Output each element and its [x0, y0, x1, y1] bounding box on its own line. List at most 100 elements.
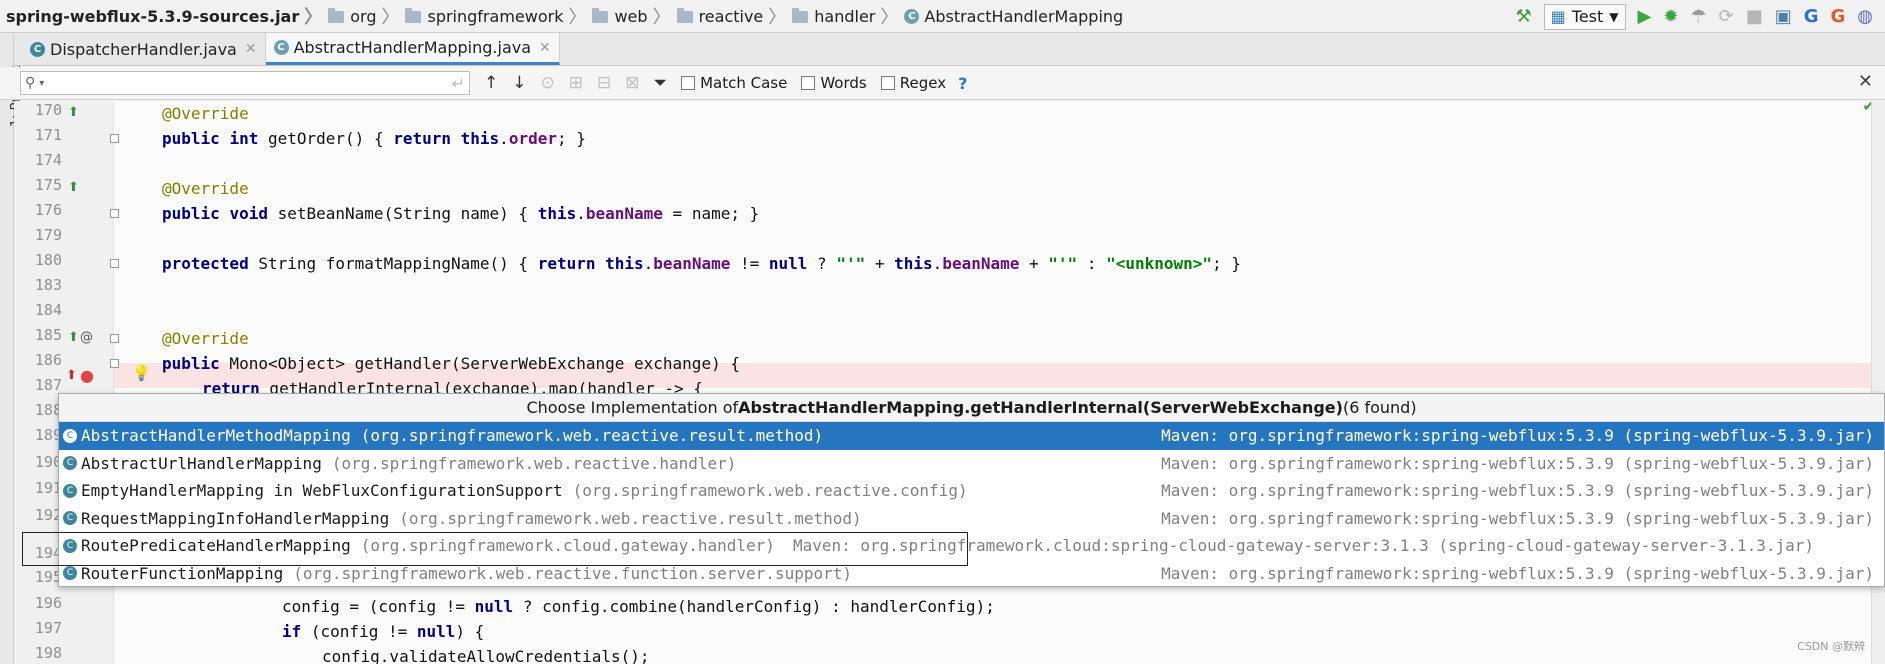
translate-plugin-icon[interactable]: G: [1831, 7, 1846, 26]
breadcrumb-reactive[interactable]: reactive 〉: [676, 3, 793, 29]
class-name: AbstractUrlHandlerMapping: [81, 453, 322, 473]
search-icon: ⚲: [25, 75, 36, 91]
breadcrumb-label: org: [350, 6, 377, 26]
project-structure-icon[interactable]: ▣: [1775, 7, 1792, 26]
abstract-class-icon: C: [273, 40, 289, 55]
code-text: public int getOrder() { return this.orde…: [162, 129, 586, 148]
add-selection-icon[interactable]: ⊞: [569, 73, 583, 93]
close-icon[interactable]: ✕: [539, 40, 551, 56]
chevron-down-icon: ▼: [1609, 9, 1619, 24]
class-name: EmptyHandlerMapping in WebFluxConfigurat…: [81, 481, 563, 501]
code-line: @Override: [162, 176, 249, 201]
line-number: 198: [34, 644, 62, 662]
breadcrumb-label: spring-webflux-5.3.9-sources.jar: [6, 6, 300, 26]
debug-bug-icon[interactable]: ✹: [1663, 7, 1678, 26]
implements-at-icon[interactable]: @: [80, 331, 93, 344]
override-arrow-icon[interactable]: ⬆: [68, 106, 79, 119]
line-number: 174: [34, 151, 62, 169]
coverage-icon[interactable]: ☂: [1690, 7, 1706, 26]
package-name: (org.springframework.web.reactive.functi…: [293, 563, 852, 583]
run-configuration-select[interactable]: ▦ Test ▼: [1543, 3, 1626, 30]
build-hammer-icon[interactable]: ⚒: [1516, 7, 1532, 26]
breadcrumb-jar[interactable]: spring-webflux-5.3.9-sources.jar 〉: [6, 3, 328, 29]
checkbox-label: Regex: [899, 74, 947, 92]
breadcrumb-class[interactable]: C AbstractHandlerMapping: [904, 7, 1123, 26]
line-number: 189: [34, 426, 62, 444]
implemented-arrow-icon[interactable]: ⬆: [66, 369, 77, 382]
unselect-occurrence-icon[interactable]: ⊟: [597, 73, 611, 93]
class-name: AbstractHandlerMethodMapping: [81, 426, 351, 446]
chevron-right-icon: 〉: [568, 7, 587, 28]
abstract-class-icon: C: [63, 428, 77, 443]
regex-checkbox[interactable]: Regex: [880, 74, 947, 92]
breadcrumb-label: AbstractHandlerMapping: [924, 6, 1124, 26]
breadcrumb-org[interactable]: org 〉: [328, 3, 405, 29]
tab-dispatcher-handler[interactable]: C DispatcherHandler.java ✕: [22, 33, 266, 65]
run-icon[interactable]: ▶: [1638, 7, 1652, 26]
code-text: config = (config != null ? config.combin…: [282, 597, 995, 616]
chevron-down-icon: ▾: [39, 77, 45, 89]
override-arrow-icon[interactable]: ⬆: [68, 331, 79, 344]
breadcrumb-handler[interactable]: handler 〉: [792, 3, 904, 29]
line-number: 175: [34, 176, 62, 194]
list-item[interactable]: C RequestMappingInfoHandlerMapping (org.sp…: [59, 505, 1884, 533]
fold-toggle[interactable]: [110, 259, 119, 268]
line-number: 180: [34, 251, 62, 269]
close-icon[interactable]: ✕: [245, 41, 257, 57]
fold-toggle[interactable]: [110, 134, 119, 143]
next-occurrence-icon[interactable]: ↓: [512, 73, 526, 93]
close-icon[interactable]: ✕: [1858, 71, 1873, 92]
filter-icon[interactable]: ⏷: [654, 73, 668, 93]
annotation-highlight-box: [22, 532, 968, 566]
class-icon: C: [63, 566, 77, 581]
chevron-right-icon: 〉: [652, 7, 671, 28]
plugin-icon[interactable]: ◍: [1857, 7, 1873, 26]
find-all-icon[interactable]: ⊙: [541, 73, 555, 93]
chevron-right-icon: 〉: [381, 7, 400, 28]
run-toolbar: ⚒ ▦ Test ▼ ▶ ✹ ☂ ⟳ ■ ▣ G G ◍: [1516, 0, 1885, 33]
code-line: config = (config != null ? config.combin…: [282, 594, 995, 619]
abstract-class-icon: C: [63, 511, 77, 526]
line-number: 186: [34, 351, 62, 369]
tab-abstract-handler-mapping[interactable]: C AbstractHandlerMapping.java ✕: [265, 33, 560, 65]
fold-toggle[interactable]: [110, 359, 119, 368]
checkbox-box: [880, 76, 895, 90]
breadcrumb-web[interactable]: web 〉: [592, 3, 676, 29]
previous-occurrence-icon[interactable]: ↑: [484, 73, 498, 93]
line-number: 192: [34, 506, 62, 524]
breakpoint-icon[interactable]: ●: [80, 368, 94, 384]
fold-toggle[interactable]: [110, 334, 119, 343]
regex-help-link[interactable]: ?: [958, 74, 967, 93]
words-checkbox[interactable]: Words: [801, 74, 867, 92]
lightbulb-icon[interactable]: 💡: [132, 366, 151, 381]
line-number: 187: [34, 376, 62, 394]
line-number: 185: [34, 326, 62, 344]
code-line: config.validateAllowCredentials();: [322, 644, 650, 664]
folder-icon: [328, 8, 345, 23]
find-bar: ⚲ ▾ ↵ ↑ ↓ ⊙ ⊞ ⊟ ⊠ ⏷ Match Case Words Rege…: [0, 67, 1885, 100]
class-name: RequestMappingInfoHandlerMapping: [81, 508, 390, 528]
override-arrow-icon[interactable]: ⬆: [68, 181, 79, 194]
list-item[interactable]: C EmptyHandlerMapping in WebFluxConfigura…: [59, 477, 1884, 505]
code-line: @Override: [162, 101, 249, 126]
class-icon: C: [30, 41, 45, 57]
list-item[interactable]: C AbstractHandlerMethodMapping (org.spring…: [59, 422, 1884, 450]
google-translate-icon[interactable]: G: [1804, 7, 1819, 26]
chevron-right-icon: 〉: [880, 7, 899, 28]
match-case-checkbox[interactable]: Match Case: [681, 74, 787, 92]
stop-icon[interactable]: ■: [1746, 7, 1763, 26]
code-text: public Mono<Object> getHandler(ServerWeb…: [162, 354, 740, 373]
popup-title: Choose Implementation of AbstractHandler…: [59, 394, 1884, 422]
checkbox-box: [801, 76, 816, 90]
fold-toggle[interactable]: [110, 209, 119, 218]
line-number: 179: [34, 226, 62, 244]
profile-icon[interactable]: ⟳: [1719, 7, 1734, 26]
list-item[interactable]: C AbstractUrlHandlerMapping (org.springfra…: [59, 450, 1884, 478]
breadcrumb-springframework[interactable]: springframework 〉: [405, 3, 592, 29]
chevron-right-icon: 〉: [304, 7, 323, 28]
class-name: RouterFunctionMapping: [81, 563, 284, 583]
watermark: CSDN @默辨: [1797, 640, 1865, 653]
search-input[interactable]: ⚲ ▾ ↵: [20, 71, 470, 95]
checkbox-label: Match Case: [700, 74, 788, 92]
select-all-occurrences-icon[interactable]: ⊠: [625, 73, 639, 93]
